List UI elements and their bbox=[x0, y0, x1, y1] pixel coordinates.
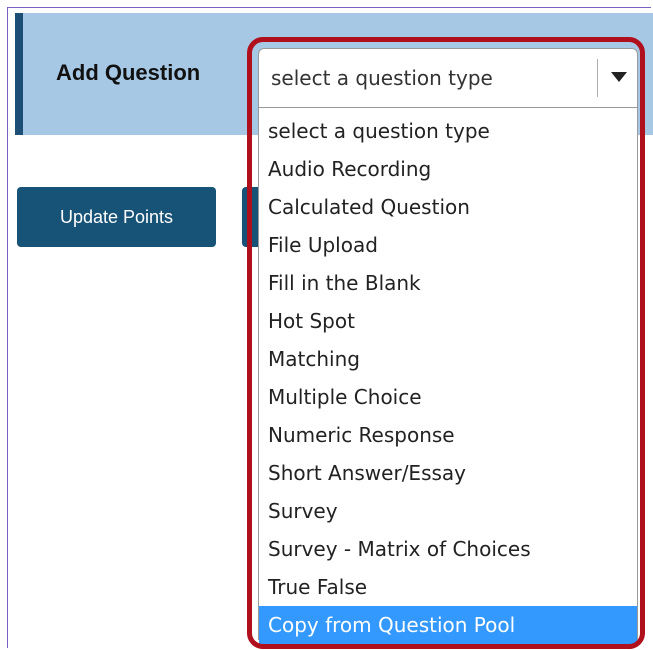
add-question-label: Add Question bbox=[56, 60, 201, 85]
update-points-button[interactable]: Update Points bbox=[17, 187, 216, 247]
callout-highlight-box bbox=[247, 37, 645, 649]
